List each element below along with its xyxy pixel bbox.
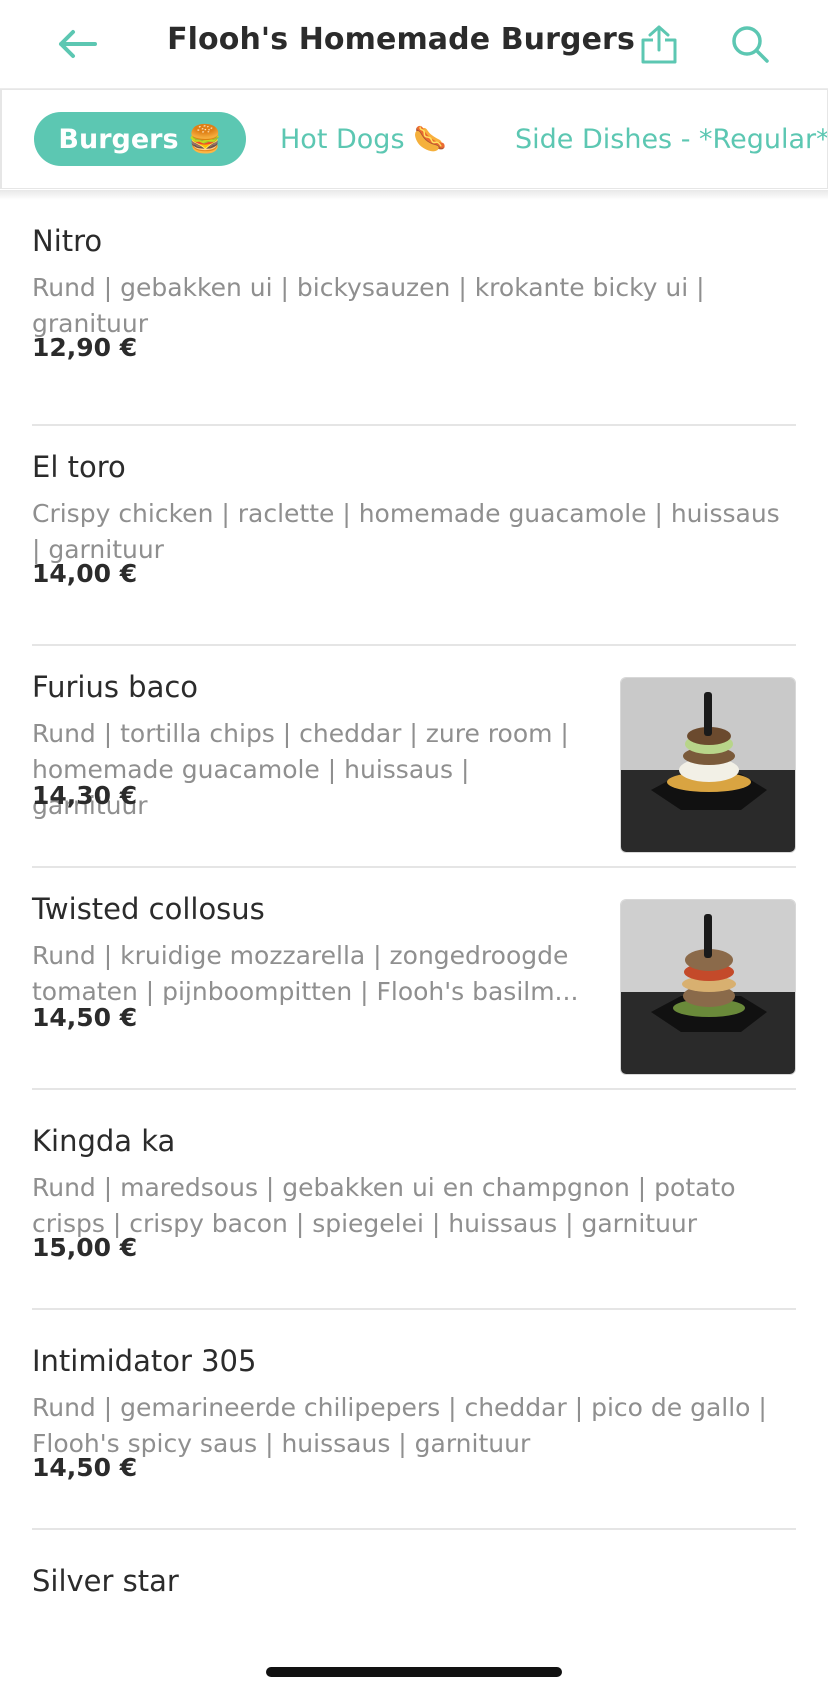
item-price: 14,30 € [32,781,138,810]
item-name: Kingda ka [32,1124,176,1158]
item-name: Furius baco [32,670,199,704]
menu-item[interactable]: Silver star [32,1530,796,1630]
menu-item[interactable]: Nitro Rund | gebakken ui | bickysauzen |… [32,200,796,426]
search-button[interactable] [726,20,774,68]
item-description: Rund | gemarineerde chilipepers | chedda… [32,1393,767,1458]
burger-photo-image [621,678,795,852]
category-tabs: Burgers 🍔 Hot Dogs 🌭 Side Dishes - *Regu… [0,89,828,189]
page-title: Flooh's Homemade Burgers [167,22,635,57]
burger-photo[interactable] [620,677,796,853]
burger-photo-image [621,900,795,1074]
item-name: El toro [32,450,126,484]
item-price: 14,50 € [32,1003,138,1032]
tab-hot-dogs[interactable]: Hot Dogs 🌭 [280,112,447,166]
tab-burgers[interactable]: Burgers 🍔 [34,112,246,166]
menu-item[interactable]: Kingda ka Rund | maredsous | gebakken ui… [32,1090,796,1310]
tab-side-dishes[interactable]: Side Dishes - *Regular* [515,112,827,166]
menu-item[interactable]: El toro Crispy chicken | raclette | home… [32,426,796,646]
category-tabs-bar: Burgers 🍔 Hot Dogs 🌭 Side Dishes - *Regu… [0,88,828,198]
item-name: Silver star [32,1564,179,1598]
menu-item[interactable]: Furius baco Rund | tortilla chips | ched… [32,646,796,868]
item-name: Intimidator 305 [32,1344,257,1378]
item-price: 12,90 € [32,333,138,362]
search-icon [732,26,769,63]
menu-item[interactable]: Intimidator 305 Rund | gemarineerde chil… [32,1310,796,1530]
burger-photo[interactable] [620,899,796,1075]
item-price: 14,50 € [32,1453,138,1482]
share-icon [641,25,677,64]
item-description: Rund | kruidige mozzarella | zongedroogd… [32,941,579,1006]
item-name: Twisted collosus [32,892,265,926]
menu-item[interactable]: Twisted collosus Rund | kruidige mozzare… [32,868,796,1090]
item-description: Rund | maredsous | gebakken ui en champg… [32,1173,736,1238]
item-price: 15,00 € [32,1233,138,1262]
item-description: Crispy chicken | raclette | homemade gua… [32,499,780,564]
home-indicator [266,1667,562,1677]
menu-list: Nitro Rund | gebakken ui | bickysauzen |… [0,200,828,1630]
tabs-divider [0,190,828,200]
top-bar: Flooh's Homemade Burgers [0,0,828,88]
item-description: Rund | gebakken ui | bickysauzen | kroka… [32,273,705,338]
item-price: 14,00 € [32,559,138,588]
item-name: Nitro [32,224,103,258]
share-button[interactable] [636,20,682,70]
